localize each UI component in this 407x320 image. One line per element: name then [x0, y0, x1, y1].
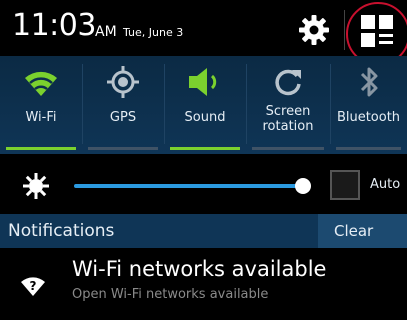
- notification-subtitle: Open Wi-Fi networks available: [72, 287, 269, 302]
- clock-time: 11:03: [12, 8, 96, 43]
- status-bar: 11:03 AM Tue, June 3: [0, 0, 407, 66]
- wifi-question-icon: ?: [21, 277, 45, 296]
- clear-button-label: Clear: [334, 222, 374, 240]
- notifications-title: Notifications: [8, 221, 115, 241]
- toggle-wifi[interactable]: Wi-Fi: [0, 56, 82, 154]
- status-divider: [344, 10, 345, 50]
- brightness-control: Auto: [0, 158, 407, 214]
- svg-text:?: ?: [30, 279, 37, 293]
- toggle-sound[interactable]: Sound: [164, 56, 246, 154]
- quick-panel-grid-button[interactable]: [358, 12, 396, 50]
- quick-settings-panel: Wi-Fi GPS Sound Screen rotation Bluetoot…: [0, 56, 407, 154]
- rotation-icon: [275, 69, 301, 96]
- toggle-bluetooth-label: Bluetooth: [336, 110, 401, 125]
- toggle-sound-indicator: [170, 147, 240, 150]
- toggle-wifi-label: Wi-Fi: [25, 110, 57, 125]
- toggle-gps-label: GPS: [109, 110, 137, 125]
- clock-ampm: AM: [95, 24, 117, 40]
- toggle-screen-rotation[interactable]: Screen rotation: [246, 56, 330, 154]
- notifications-header: Notifications Clear: [0, 214, 407, 248]
- notification-item[interactable]: ? Wi-Fi networks available Open Wi-Fi ne…: [0, 248, 407, 320]
- settings-button[interactable]: [296, 12, 332, 48]
- toggle-bluetooth-indicator: [336, 147, 401, 150]
- sound-icon: [189, 68, 217, 96]
- brightness-sun-icon: [23, 173, 49, 199]
- gear-icon: [299, 15, 329, 45]
- auto-brightness-label: Auto: [370, 177, 401, 192]
- clear-button[interactable]: Clear: [318, 214, 407, 248]
- clock-date: Tue, June 3: [123, 26, 184, 39]
- auto-brightness-checkbox[interactable]: [330, 170, 360, 200]
- toggle-gps[interactable]: GPS: [82, 56, 164, 154]
- brightness-slider-track[interactable]: [74, 184, 303, 188]
- toggle-bluetooth[interactable]: Bluetooth: [330, 56, 407, 154]
- toggle-screen-rotation-label: Screen rotation: [262, 104, 314, 134]
- gps-icon: [107, 66, 139, 98]
- bluetooth-icon: [360, 67, 377, 97]
- grid-toggle-icon: [361, 15, 393, 47]
- toggle-sound-label: Sound: [184, 110, 226, 125]
- toggle-wifi-indicator: [6, 147, 76, 150]
- toggle-gps-indicator: [88, 147, 158, 150]
- wifi-icon: [25, 71, 57, 96]
- brightness-slider-thumb[interactable]: [294, 178, 311, 194]
- toggle-screen-rotation-indicator: [252, 147, 324, 150]
- notification-title: Wi-Fi networks available: [72, 257, 327, 281]
